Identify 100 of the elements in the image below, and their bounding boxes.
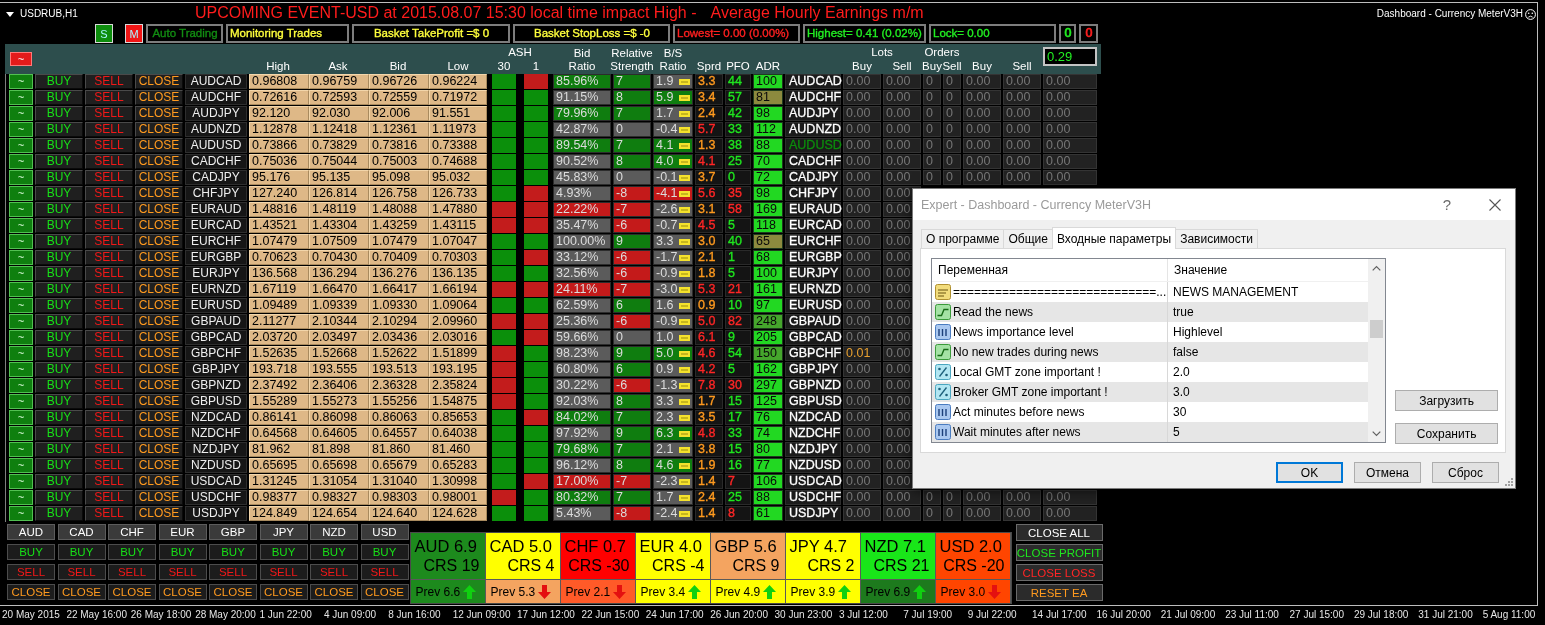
close-trade-button[interactable]: CLOSE <box>360 584 409 600</box>
buy-button[interactable]: BUY <box>35 298 83 313</box>
sell-button[interactable]: SELL <box>85 154 133 169</box>
close-profit-button[interactable]: CLOSE PROFIT <box>1015 544 1103 561</box>
sell-button[interactable]: SELL <box>85 138 133 153</box>
sell-button[interactable]: SELL <box>108 564 156 580</box>
close-trade-button[interactable]: CLOSE <box>135 138 183 153</box>
buy-button[interactable]: BUY <box>35 474 83 489</box>
dialog-tab[interactable]: Зависимости <box>1175 229 1258 249</box>
sell-button[interactable]: SELL <box>85 106 133 121</box>
close-trade-button[interactable]: CLOSE <box>135 378 183 393</box>
close-trade-button[interactable]: CLOSE <box>135 250 183 265</box>
close-trade-button[interactable]: CLOSE <box>135 506 183 521</box>
buy-button[interactable]: BUY <box>35 282 83 297</box>
row-toggle-button[interactable]: ~ <box>9 506 33 521</box>
row-toggle-button[interactable]: ~ <box>9 250 33 265</box>
sell-button[interactable]: SELL <box>85 394 133 409</box>
buy-button[interactable]: BUY <box>209 544 257 560</box>
row-toggle-button[interactable]: ~ <box>9 474 33 489</box>
close-trade-button[interactable]: CLOSE <box>158 584 207 600</box>
row-toggle-button[interactable]: ~ <box>9 266 33 281</box>
close-trade-button[interactable]: CLOSE <box>135 314 183 329</box>
row-toggle-button[interactable]: ~ <box>9 234 33 249</box>
caret-icon[interactable] <box>6 11 14 17</box>
sell-button[interactable]: SELL <box>85 490 133 505</box>
sell-button[interactable]: SELL <box>85 202 133 217</box>
buy-button[interactable]: BUY <box>35 442 83 457</box>
sell-button[interactable]: SELL <box>310 564 358 580</box>
row-toggle-button[interactable]: ~ <box>9 282 33 297</box>
buy-button[interactable]: BUY <box>360 544 409 560</box>
scroll-thumb[interactable] <box>1370 320 1384 338</box>
close-trade-button[interactable]: CLOSE <box>135 330 183 345</box>
dialog-tab[interactable]: Общие <box>1003 229 1053 249</box>
buy-button[interactable]: BUY <box>35 250 83 265</box>
close-trade-button[interactable]: CLOSE <box>135 266 183 281</box>
row-toggle-button[interactable]: ~ <box>9 298 33 313</box>
list-column-header[interactable]: Переменная <box>932 259 1168 281</box>
chevron-up-icon[interactable] <box>1372 265 1382 271</box>
close-trade-button[interactable]: CLOSE <box>135 282 183 297</box>
mode-button[interactable]: M <box>125 24 143 43</box>
sell-button[interactable]: SELL <box>259 564 308 580</box>
buy-button[interactable]: BUY <box>35 410 83 425</box>
close-trade-button[interactable]: CLOSE <box>310 584 358 600</box>
row-toggle-button[interactable]: ~ <box>9 90 33 105</box>
scrollbar[interactable] <box>1368 259 1386 442</box>
sell-button[interactable]: SELL <box>85 282 133 297</box>
buy-button[interactable]: BUY <box>35 186 83 201</box>
buy-button[interactable]: BUY <box>57 544 106 560</box>
resize-grip-icon[interactable] <box>1505 478 1513 486</box>
sell-button[interactable]: SELL <box>85 74 133 89</box>
side-button[interactable]: Загрузить <box>1395 390 1498 411</box>
row-toggle-button[interactable]: ~ <box>9 426 33 441</box>
row-toggle-button[interactable]: ~ <box>9 458 33 473</box>
close-trade-button[interactable]: CLOSE <box>135 234 183 249</box>
buy-button[interactable]: BUY <box>35 314 83 329</box>
buy-button[interactable]: BUY <box>108 544 156 560</box>
buy-button[interactable]: BUY <box>35 138 83 153</box>
buy-button[interactable]: BUY <box>35 74 83 89</box>
buy-button[interactable]: BUY <box>35 362 83 377</box>
dialog-tab[interactable]: О программе <box>921 229 1005 249</box>
row-toggle-button[interactable]: ~ <box>9 122 33 137</box>
row-toggle-button[interactable]: ~ <box>9 362 33 377</box>
sell-button[interactable]: SELL <box>85 122 133 137</box>
buy-button[interactable]: BUY <box>35 106 83 121</box>
buy-button[interactable]: BUY <box>35 170 83 185</box>
param-row[interactable]: Broker GMT zone important ! 3.0 <box>932 382 1369 402</box>
close-trade-button[interactable]: CLOSE <box>135 122 183 137</box>
param-row[interactable]: No new trades during news false <box>932 342 1369 362</box>
buy-button[interactable]: BUY <box>158 544 207 560</box>
buy-button[interactable]: BUY <box>35 394 83 409</box>
row-toggle-button[interactable]: ~ <box>9 74 33 89</box>
buy-button[interactable]: BUY <box>35 346 83 361</box>
buy-button[interactable]: BUY <box>35 506 83 521</box>
toggle-button[interactable]: ~ <box>10 52 32 66</box>
sell-button[interactable]: SELL <box>85 378 133 393</box>
sell-button[interactable]: SELL <box>360 564 409 580</box>
close-trade-button[interactable]: CLOSE <box>259 584 308 600</box>
row-toggle-button[interactable]: ~ <box>9 490 33 505</box>
chevron-down-icon[interactable] <box>1372 431 1382 437</box>
sell-button[interactable]: SELL <box>7 564 55 580</box>
close-trade-button[interactable]: CLOSE <box>108 584 156 600</box>
row-toggle-button[interactable]: ~ <box>9 442 33 457</box>
sell-button[interactable]: SELL <box>85 346 133 361</box>
close-trade-button[interactable]: CLOSE <box>135 458 183 473</box>
mode-button[interactable]: S <box>95 24 113 43</box>
sell-button[interactable]: SELL <box>85 90 133 105</box>
close-trade-button[interactable]: CLOSE <box>57 584 106 600</box>
buy-button[interactable]: BUY <box>35 378 83 393</box>
buy-button[interactable]: BUY <box>310 544 358 560</box>
sell-button[interactable]: SELL <box>85 410 133 425</box>
row-toggle-button[interactable]: ~ <box>9 154 33 169</box>
reset-button[interactable]: RESET EA <box>1015 584 1103 601</box>
dialog-button[interactable]: Сброс <box>1432 462 1499 483</box>
row-toggle-button[interactable]: ~ <box>9 186 33 201</box>
row-toggle-button[interactable]: ~ <box>9 330 33 345</box>
close-trade-button[interactable]: CLOSE <box>135 106 183 121</box>
sell-button[interactable]: SELL <box>158 564 207 580</box>
close-trade-button[interactable]: CLOSE <box>135 442 183 457</box>
sell-button[interactable]: SELL <box>85 362 133 377</box>
sell-button[interactable]: SELL <box>85 250 133 265</box>
